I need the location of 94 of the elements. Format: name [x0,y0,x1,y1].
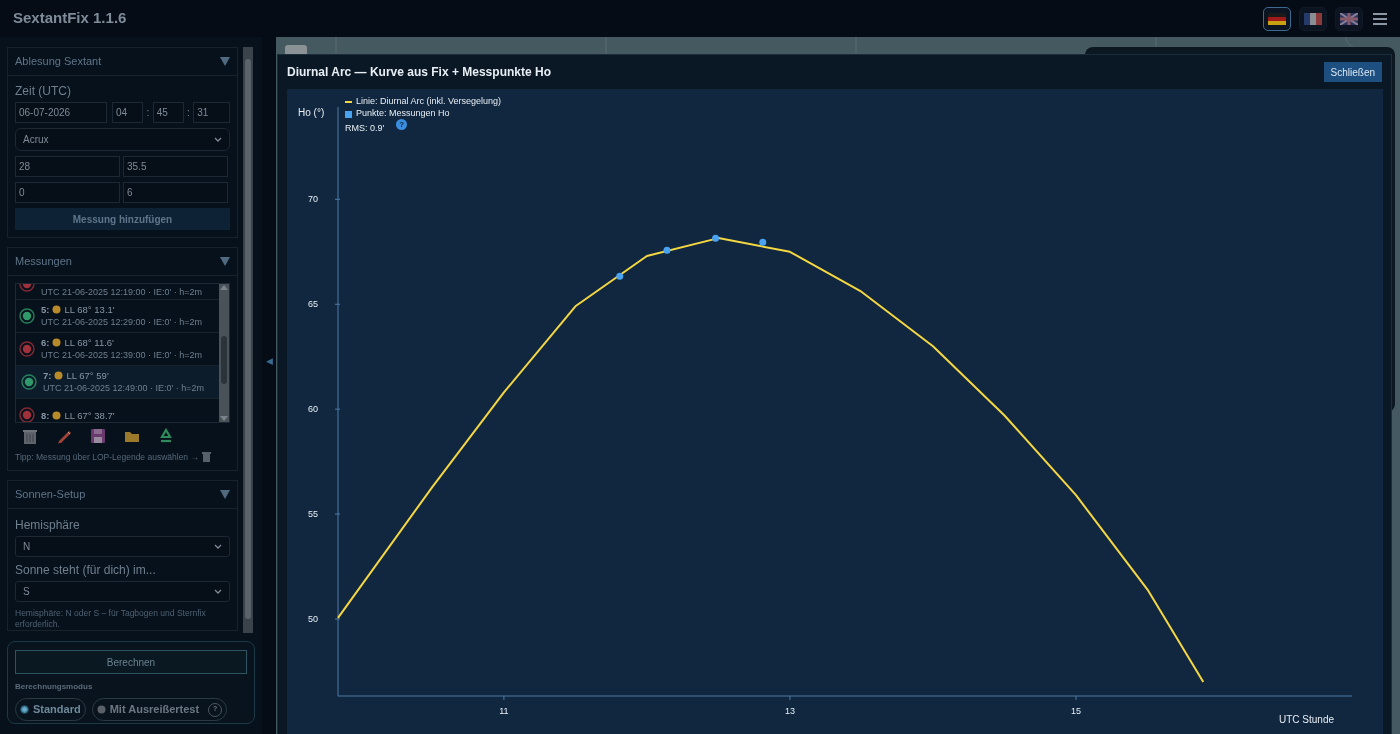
measurement-reading: LL 68° 13.1' [64,303,115,316]
field-label: Sonne steht (für dich) im... [15,561,157,579]
legend-swatch [345,100,352,103]
rms-label: RMS: 0.9' [345,122,385,135]
input-field[interactable]: 35.5 [123,156,228,177]
collapse-sidebar-button[interactable]: ◀ [265,354,273,369]
scrollbar[interactable] [219,284,229,422]
time-field[interactable]: 45 [152,102,184,123]
data-point [759,238,767,246]
item-number: 7: [43,369,52,382]
menu-icon [1373,12,1387,25]
flag-icon [1304,12,1322,25]
trash-icon[interactable] [22,428,38,445]
x-tick-label: 15 [1069,705,1082,718]
field-label: Zeit (UTC) [15,83,72,100]
sun-icon [52,338,62,347]
data-point [616,272,624,280]
panel-header[interactable]: Messungen [8,248,237,276]
time-separator: : [186,106,191,120]
collapse-triangle-icon [220,57,230,66]
language-button[interactable] [1299,6,1327,31]
collapse-triangle-icon [220,257,230,266]
measurement-detail: UTC 21-06-2025 12:39:00 · IE:0' · h=2m [41,349,203,362]
item-number: 8: [41,408,50,422]
y-tick-label: 65 [307,298,318,312]
scroll-down-icon [220,416,228,421]
measurement-detail: UTC 21-06-2025 12:19:00 · IE:0' · h=2m [41,286,203,299]
chevron-down-icon [214,588,222,594]
y-tick-label: 60 [307,403,318,417]
input-field[interactable]: 0 [15,182,120,203]
measurement-item[interactable]: UTC 21-06-2025 12:19:00 · IE:0' · h=2m [16,284,219,300]
data-point [712,234,720,242]
y-tick-label: 70 [307,193,318,207]
time-field[interactable]: 04 [112,102,144,123]
language-button[interactable] [1263,6,1291,31]
scrollbar[interactable] [243,47,253,633]
legend-line-label: Linie: Diurnal Arc (inkl. Versegelung) [356,94,502,108]
measurement-detail: UTC 21-06-2025 12:29:00 · IE:0' · h=2m [41,316,203,329]
x-axis-title: UTC Stunde [1279,713,1335,727]
x-tick-label: 13 [783,705,796,718]
hint-text: Hemisphäre: N oder S – für Tagbogen und Sternfix erforderlich. [15,607,207,630]
collapse-triangle-icon [220,489,230,499]
tip-text: Tipp: Messung über LOP-Legende auswählen → [15,451,199,464]
date-field[interactable]: 06-07-2026 [15,102,108,123]
trash-icon [201,452,211,463]
y-tick-label: 50 [307,613,318,626]
compute-button[interactable]: Berechnen [15,650,247,674]
scroll-up-icon [220,285,228,290]
close-button[interactable]: Schließen [1323,62,1382,82]
panel-title: Messungen [15,254,72,270]
item-number: 5: [41,303,50,316]
dialog-title: Diurnal Arc — Kurve aus Fix + Messpunkte Ho [287,64,551,81]
measurement-item[interactable]: 7: LL 67° 59' UTC 21-06-2025 12:49:00 · IE:0' · h=2m [16,366,219,399]
measurement-detail: UTC 21-06-2025 12:49:00 · IE:0' · h=2m [43,382,205,395]
panel-header[interactable]: Sonnen-Setup [8,480,237,509]
language-button[interactable] [1335,6,1363,31]
measurement-item[interactable]: 5: LL 68° 13.1' UTC 21-06-2025 12:29:00 · IE:0' · h=2m [16,300,219,333]
chevron-down-icon [214,543,222,549]
sun-icon [52,305,62,314]
scrollbar-thumb[interactable] [221,336,227,384]
hemisphere-select[interactable]: N [15,535,230,557]
flag-icon [1340,12,1358,25]
y-axis-title: Ho (°) [298,106,325,120]
panel-title: Ablesung Sextant [15,54,102,70]
legend-points-label: Punkte: Messungen Ho [356,107,450,121]
scrollbar-thumb[interactable] [245,59,251,619]
field-label: Hemisphäre [15,516,81,534]
help-icon[interactable]: ? [396,119,408,130]
pencil-icon[interactable] [56,428,72,445]
data-point [663,246,671,254]
x-tick-label: 11 [498,705,510,718]
body-select[interactable]: Acrux [15,128,230,151]
radio-icon [20,705,29,714]
panel-header[interactable]: Ablesung Sextant [8,48,237,76]
measurement-reading: LL 67° 59' [66,369,109,382]
radio-icon [96,705,106,714]
chevron-down-icon [214,137,222,142]
time-separator: : [145,106,151,120]
sun-icon [52,410,62,420]
app-title: SextantFix 1.1.6 [13,8,127,29]
panel-title: Sonnen-Setup [15,487,86,502]
item-number: 6: [41,336,50,349]
legend-swatch [345,110,352,118]
mode-label: Berechnungsmodus [15,681,94,693]
time-field[interactable]: 31 [193,102,230,123]
input-field[interactable]: 6 [123,182,228,203]
y-tick-label: 55 [307,508,318,522]
flag-icon [1268,12,1286,25]
add-measurement-button[interactable]: Messung hinzufügen [15,208,230,230]
measurement-reading: LL 68° 11.6' [64,336,114,349]
input-field[interactable]: 28 [15,156,120,177]
sun-icon [54,371,64,380]
measurement-reading: LL 67° 38.7' [64,408,115,422]
sun-direction-select[interactable]: S [15,580,230,602]
